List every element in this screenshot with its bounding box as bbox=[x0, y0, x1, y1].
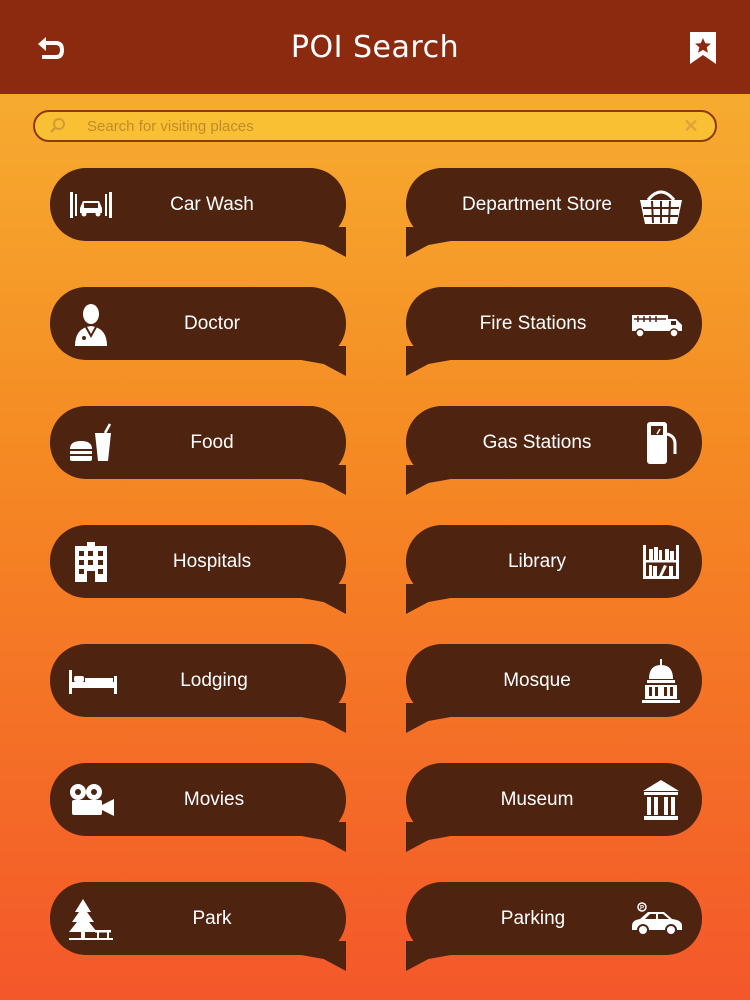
search-input[interactable] bbox=[87, 117, 681, 135]
category-library[interactable]: Library bbox=[406, 525, 702, 614]
app-header: POI Search bbox=[0, 0, 750, 94]
bed-icon bbox=[68, 658, 118, 704]
category-label: Park bbox=[192, 907, 232, 929]
svg-text:P: P bbox=[640, 905, 644, 911]
category-park[interactable]: Park bbox=[50, 882, 346, 971]
category-department-store[interactable]: Department Store bbox=[406, 168, 702, 257]
fire-truck-icon bbox=[630, 301, 684, 347]
category-grid: Car Wash Department Store Doctor Fire St… bbox=[50, 168, 702, 971]
category-label: Parking bbox=[500, 907, 566, 929]
movie-camera-icon bbox=[68, 777, 118, 823]
category-museum[interactable]: Museum bbox=[406, 763, 702, 852]
category-label: Doctor bbox=[184, 312, 240, 334]
category-food[interactable]: Food bbox=[50, 406, 346, 495]
category-car-wash[interactable]: Car Wash bbox=[50, 168, 346, 257]
category-label: Movies bbox=[183, 788, 245, 810]
category-label: Museum bbox=[500, 788, 574, 810]
car-wash-icon bbox=[68, 182, 114, 228]
doctor-icon bbox=[68, 301, 114, 347]
fuel-pump-icon bbox=[638, 420, 684, 466]
category-mosque[interactable]: Mosque bbox=[406, 644, 702, 733]
search-icon bbox=[50, 118, 65, 133]
bookshelf-icon bbox=[638, 539, 684, 585]
category-label: Car Wash bbox=[170, 193, 254, 215]
category-gas-stations[interactable]: Gas Stations bbox=[406, 406, 702, 495]
search-bar: ✕ bbox=[33, 110, 717, 142]
category-hospitals[interactable]: Hospitals bbox=[50, 525, 346, 614]
back-button[interactable] bbox=[28, 28, 72, 68]
category-label: Mosque bbox=[503, 669, 571, 691]
bookmarks-button[interactable] bbox=[688, 30, 718, 66]
category-label: Lodging bbox=[180, 669, 248, 691]
category-label: Fire Stations bbox=[479, 312, 587, 334]
category-label: Department Store bbox=[462, 193, 612, 215]
page-title: POI Search bbox=[290, 29, 460, 65]
category-fire-stations[interactable]: Fire Stations bbox=[406, 287, 702, 376]
hospital-building-icon bbox=[68, 539, 114, 585]
category-label: Gas Stations bbox=[482, 431, 592, 453]
clear-search-icon[interactable]: ✕ bbox=[681, 116, 701, 137]
category-label: Food bbox=[190, 431, 234, 453]
category-label: Library bbox=[507, 550, 567, 572]
museum-icon bbox=[638, 777, 684, 823]
category-doctor[interactable]: Doctor bbox=[50, 287, 346, 376]
bookmark-star-icon bbox=[690, 32, 716, 64]
category-movies[interactable]: Movies bbox=[50, 763, 346, 852]
basket-icon bbox=[638, 182, 684, 228]
category-label: Hospitals bbox=[172, 550, 252, 572]
burger-drink-icon bbox=[68, 420, 114, 466]
parked-car-icon: P bbox=[630, 896, 684, 942]
category-parking[interactable]: Parking P bbox=[406, 882, 702, 971]
tree-bench-icon bbox=[68, 896, 114, 942]
dome-icon bbox=[638, 658, 684, 704]
back-arrow-icon bbox=[38, 37, 64, 59]
category-lodging[interactable]: Lodging bbox=[50, 644, 346, 733]
